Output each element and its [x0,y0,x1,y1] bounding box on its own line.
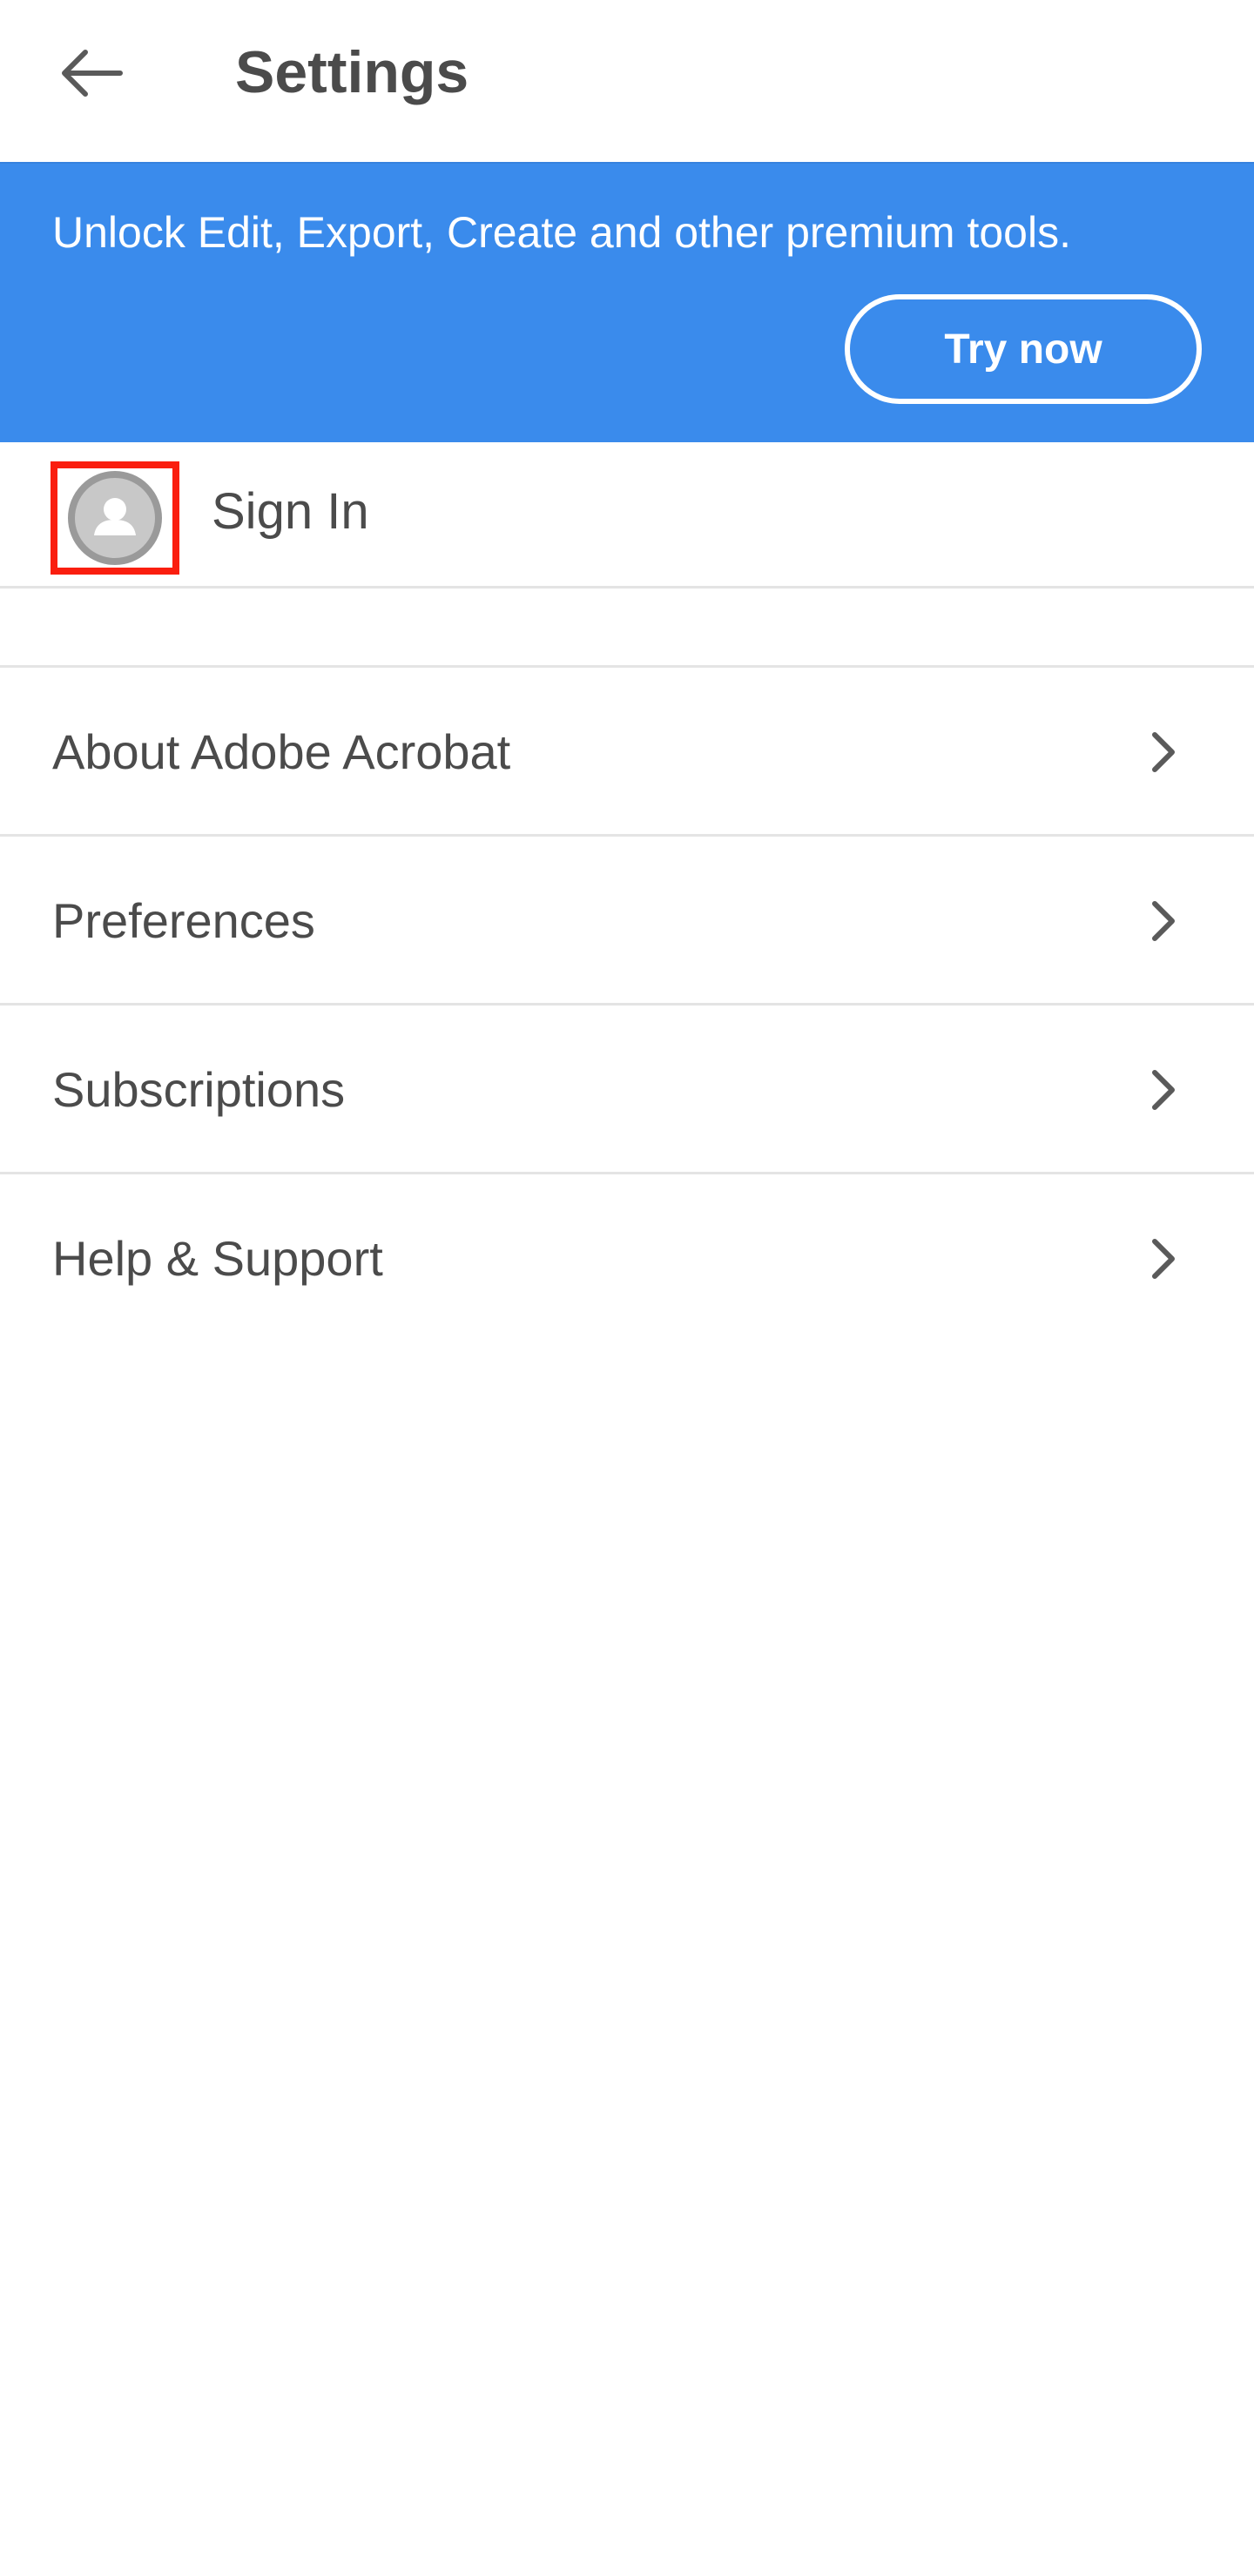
menu-item-label: Help & Support [52,1231,383,1286]
arrow-left-icon [62,50,123,97]
menu-item-about[interactable]: About Adobe Acrobat [0,668,1254,837]
app-header: Settings [0,0,1254,162]
chevron-right-icon [1152,732,1175,772]
banner-message: Unlock Edit, Export, Create and other pr… [52,208,1071,257]
menu-item-label: Subscriptions [52,1062,346,1117]
section-divider [0,589,1254,668]
sign-in-row[interactable] [0,442,1254,589]
user-avatar-icon [68,471,162,565]
chevron-right-icon [1152,1239,1175,1279]
chevron-right-icon [1152,901,1175,941]
avatar[interactable] [51,461,179,575]
menu-item-help-support[interactable]: Help & Support [0,1174,1254,1343]
menu-item-label: About Adobe Acrobat [52,724,511,779]
menu-item-label: Preferences [52,893,315,948]
try-now-button[interactable]: Try now [845,294,1202,404]
page-title: Settings [235,39,469,105]
menu-item-subscriptions[interactable]: Subscriptions [0,1006,1254,1174]
chevron-right-icon [1152,1070,1175,1110]
back-button[interactable] [49,31,132,115]
menu-item-preferences[interactable]: Preferences [0,837,1254,1006]
settings-screen: Settings Unlock Edit, Export, Create and… [0,0,1254,2576]
sign-in-label: Sign In [212,483,369,540]
